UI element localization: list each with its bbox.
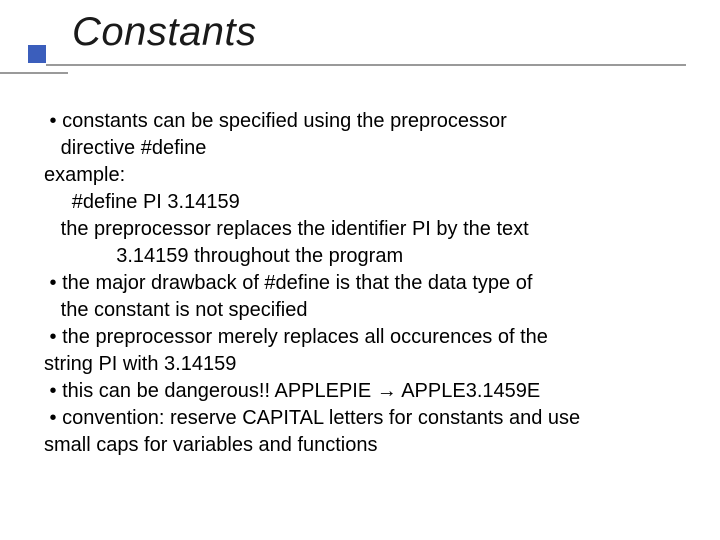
body-line-part: • this can be dangerous!! APPLEPIE xyxy=(44,380,377,402)
body-line: the constant is not specified xyxy=(44,297,684,324)
title-area: Constants xyxy=(0,0,720,55)
title-accent-square xyxy=(28,45,46,63)
body-line: • the major drawback of #define is that … xyxy=(44,270,684,297)
body-line-part: APPLE3.1459E xyxy=(397,380,540,402)
body-line: the preprocessor replaces the identifier… xyxy=(44,216,684,243)
body-line: directive #define xyxy=(44,135,684,162)
slide: Constants • constants can be specified u… xyxy=(0,0,720,540)
body-line: #define PI 3.14159 xyxy=(44,189,684,216)
title-underline-long xyxy=(46,64,686,66)
body-text: • constants can be specified using the p… xyxy=(44,108,684,459)
slide-title: Constants xyxy=(72,10,720,55)
arrow-icon: → xyxy=(377,380,397,402)
body-line: • this can be dangerous!! APPLEPIE → APP… xyxy=(44,378,684,405)
body-line: example: xyxy=(44,162,684,189)
body-line: small caps for variables and functions xyxy=(44,432,684,459)
body-line: string PI with 3.14159 xyxy=(44,351,684,378)
title-underline-short xyxy=(0,72,68,74)
body-line: • convention: reserve CAPITAL letters fo… xyxy=(44,405,684,432)
body-line: 3.14159 throughout the program xyxy=(44,243,684,270)
body-line: • constants can be specified using the p… xyxy=(44,108,684,135)
body-line: • the preprocessor merely replaces all o… xyxy=(44,324,684,351)
